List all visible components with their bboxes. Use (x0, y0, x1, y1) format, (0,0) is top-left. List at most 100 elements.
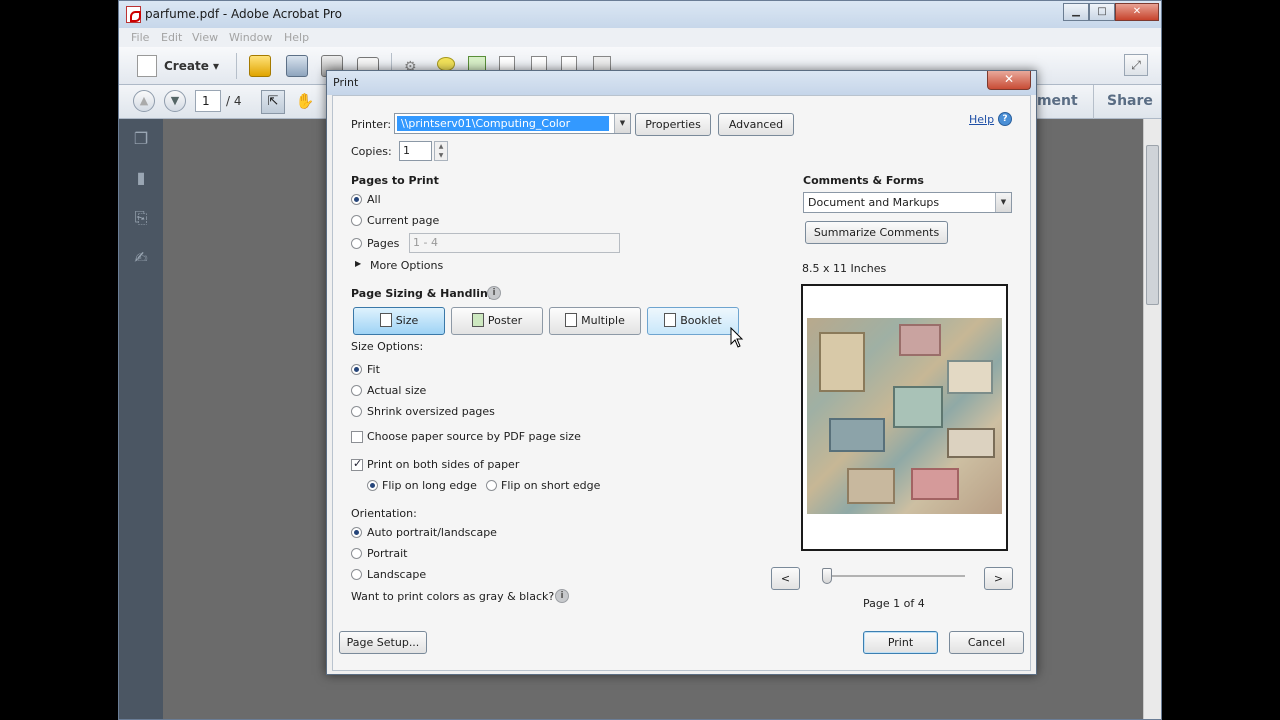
radio-landscape[interactable] (351, 569, 362, 580)
poster-mode-button[interactable]: Poster (451, 307, 543, 335)
print-button[interactable]: Print (863, 631, 938, 654)
menu-help[interactable]: Help (284, 31, 309, 44)
vertical-scrollbar[interactable] (1143, 119, 1161, 719)
toolbar-divider (236, 53, 237, 79)
current-page-label: Current page (367, 214, 440, 227)
minimize-button[interactable]: ▁ (1063, 3, 1089, 21)
help-link[interactable]: Help (969, 113, 994, 126)
fullscreen-icon[interactable]: ⤢ (1124, 54, 1148, 76)
paper-source-checkbox[interactable] (351, 431, 363, 443)
close-window-button[interactable]: ✕ (1115, 3, 1159, 21)
navigation-pane: ❐ ▮ ⎘ ✍ (119, 119, 163, 719)
dialog-close-button[interactable]: ✕ (987, 71, 1031, 90)
page-sizing-heading: Page Sizing & Handling (351, 287, 496, 300)
create-pdf-icon (137, 55, 157, 77)
print-preview (801, 284, 1008, 551)
more-options-toggle[interactable]: More Options (370, 259, 443, 272)
size-options-label: Size Options: (351, 340, 424, 353)
next-page-icon[interactable]: ▼ (164, 90, 186, 112)
dialog-title-bar: Print ✕ (327, 71, 1036, 95)
create-label: Create (164, 59, 209, 73)
page-slider-thumb[interactable] (822, 568, 832, 584)
cancel-button[interactable]: Cancel (949, 631, 1024, 654)
preview-label-graphic (899, 324, 941, 356)
copies-label: Copies: (351, 145, 392, 158)
pdf-icon (126, 6, 141, 23)
printer-select[interactable]: \\printserv01\Computing_Color ▼ (394, 113, 631, 134)
signatures-icon[interactable]: ✍ (132, 248, 150, 268)
hand-tool-icon[interactable]: ✋ (293, 90, 317, 114)
info-icon[interactable]: i (555, 589, 569, 603)
save-icon[interactable] (286, 55, 308, 77)
page-slider-track[interactable] (831, 575, 965, 577)
summarize-comments-button[interactable]: Summarize Comments (805, 221, 948, 244)
preview-label-graphic (911, 468, 959, 500)
print-dialog: Print ✕ Printer: \\printserv01\Computing… (326, 70, 1037, 675)
bookmarks-icon[interactable]: ▮ (132, 168, 150, 188)
previous-page-button[interactable]: < (771, 567, 800, 590)
chevron-down-icon: ▼ (614, 114, 630, 133)
radio-flip-long-edge[interactable] (367, 480, 378, 491)
page-number-input[interactable]: 1 (195, 90, 221, 112)
dialog-body: Printer: \\printserv01\Computing_Color ▼… (332, 95, 1031, 671)
info-icon[interactable]: i (487, 286, 501, 300)
preview-label-graphic (829, 418, 885, 452)
radio-current-page[interactable] (351, 215, 362, 226)
multiple-pages-icon (565, 313, 578, 327)
paper-size-label: 8.5 x 11 Inches (802, 262, 887, 275)
preview-page-image (807, 318, 1002, 514)
help-question-icon[interactable]: ? (998, 112, 1012, 126)
advanced-button[interactable]: Advanced (718, 113, 794, 136)
menu-view[interactable]: View (192, 31, 218, 44)
comment-bubble-icon[interactable] (437, 57, 455, 71)
size-icon (379, 313, 392, 327)
copies-stepper[interactable]: ▲ ▼ (434, 141, 448, 161)
duplex-checkbox[interactable] (351, 457, 363, 471)
portrait-label: Portrait (367, 547, 408, 560)
radio-auto-orientation[interactable] (351, 527, 362, 538)
copies-input[interactable]: 1 (399, 141, 432, 161)
radio-all-pages[interactable] (351, 194, 362, 205)
menu-edit[interactable]: Edit (161, 31, 182, 44)
flip-short-edge-label: Flip on short edge (501, 479, 601, 492)
booklet-mode-label: Booklet (680, 314, 722, 327)
auto-orientation-label: Auto portrait/landscape (367, 526, 497, 539)
radio-pages-range[interactable] (351, 238, 362, 249)
radio-flip-short-edge[interactable] (486, 480, 497, 491)
preview-label-graphic (947, 360, 993, 394)
maximize-button[interactable]: □ (1089, 3, 1115, 21)
flip-long-edge-label: Flip on long edge (382, 479, 477, 492)
open-folder-icon[interactable] (249, 55, 271, 77)
page-setup-button[interactable]: Page Setup... (339, 631, 427, 654)
comments-forms-select[interactable]: Document and Markups ▼ (803, 192, 1012, 213)
scrollbar-thumb[interactable] (1146, 145, 1159, 305)
printer-label: Printer: (351, 118, 392, 131)
expand-arrow-icon[interactable]: ▶ (355, 259, 361, 268)
radio-actual-size[interactable] (351, 385, 362, 396)
next-page-button[interactable]: > (984, 567, 1013, 590)
fit-label: Fit (367, 363, 380, 376)
attachments-icon[interactable]: ⎘ (132, 208, 150, 228)
multiple-mode-button[interactable]: Multiple (549, 307, 641, 335)
previous-page-icon[interactable]: ▲ (133, 90, 155, 112)
properties-button[interactable]: Properties (635, 113, 711, 136)
booklet-mode-button[interactable]: Booklet (647, 307, 739, 335)
actual-size-label: Actual size (367, 384, 427, 397)
multiple-mode-label: Multiple (581, 314, 625, 327)
pages-range-label: Pages (367, 237, 400, 250)
radio-fit[interactable] (351, 364, 362, 375)
radio-shrink-oversized[interactable] (351, 406, 362, 417)
share-pane-button[interactable]: Share (1107, 93, 1153, 109)
size-mode-label: Size (395, 314, 419, 327)
all-pages-label: All (367, 193, 381, 206)
radio-portrait[interactable] (351, 548, 362, 559)
pages-range-input[interactable]: 1 - 4 (409, 233, 620, 253)
create-button[interactable]: Create ▾ (164, 59, 219, 73)
select-tool-icon[interactable]: ⇱ (261, 90, 285, 114)
menu-window[interactable]: Window (229, 31, 272, 44)
title-bar: parfume.pdf - Adobe Acrobat Pro ▁ □ ✕ (119, 1, 1161, 28)
pages-to-print-heading: Pages to Print (351, 174, 439, 187)
page-thumbnails-icon[interactable]: ❐ (132, 129, 150, 149)
size-mode-button[interactable]: Size (353, 307, 445, 335)
menu-file[interactable]: File (131, 31, 149, 44)
